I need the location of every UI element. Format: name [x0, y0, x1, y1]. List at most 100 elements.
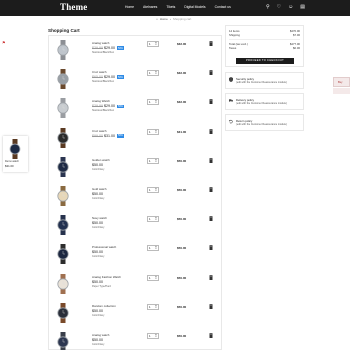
quantity-value[interactable]: 1 — [149, 159, 151, 163]
product-thumbnail[interactable] — [56, 127, 70, 148]
quantity-stepper[interactable]: 1 ▲ ▼ — [147, 99, 159, 106]
stepper-arrows-icon[interactable]: ▲ ▼ — [155, 159, 157, 163]
quantity-stepper[interactable]: 1 ▲ ▼ — [147, 128, 159, 135]
site-logo[interactable]: Theme — [60, 2, 88, 12]
product-name[interactable]: Cruz watch — [92, 70, 106, 74]
breadcrumb-home[interactable]: Home — [160, 17, 168, 21]
bag-icon[interactable]: ▤ — [300, 4, 305, 10]
stepper-arrows-icon[interactable]: ▲ ▼ — [155, 246, 157, 250]
product-variant: Stainless/Black/Sun — [92, 80, 115, 84]
quantity-value[interactable]: 1 — [149, 217, 151, 221]
product-name[interactable]: Golden watch — [92, 158, 110, 162]
side-tab-secondary[interactable] — [333, 88, 350, 94]
stepper-arrows-icon[interactable]: ▲ ▼ — [155, 217, 157, 221]
product-name[interactable]: Gold watch — [92, 187, 106, 191]
side-tab[interactable]: Buy — [333, 77, 350, 87]
product-price: $50.00 — [92, 192, 103, 196]
stepper-arrows-icon[interactable]: ▲ ▼ — [155, 130, 157, 134]
quantity-stepper[interactable]: 1 ▲ ▼ — [147, 216, 159, 223]
return-policy: Return policy (edit with the Customer Re… — [225, 114, 304, 131]
quantity-stepper[interactable]: 1 ▲ ▼ — [147, 333, 159, 339]
stepper-arrows-icon[interactable]: ▲ ▼ — [155, 100, 157, 104]
trash-icon[interactable] — [209, 70, 213, 76]
product-variant: Stainless/Black/Sun — [92, 109, 115, 113]
nav-item-tikets[interactable]: Tikets — [166, 5, 175, 9]
trash-icon[interactable] — [209, 187, 213, 192]
product-name[interactable]: Professional watch — [92, 245, 116, 249]
product-thumbnail[interactable] — [56, 98, 70, 119]
quantity-stepper[interactable]: 1 ▲ ▼ — [147, 70, 159, 77]
watch-image — [57, 127, 69, 148]
nav-item-digital-models[interactable]: Digital Models — [184, 5, 205, 9]
watch-image — [57, 69, 69, 90]
quantity-stepper[interactable]: 1 ▲ ▼ — [147, 245, 159, 252]
product-name[interactable]: Analog Fashion Watch — [92, 275, 121, 279]
cart-item: Analog Watch $39.99$29.00 50% Stainless/B… — [49, 94, 221, 123]
product-name[interactable]: Analog Watch — [92, 99, 110, 103]
product-thumbnail[interactable] — [56, 156, 70, 177]
trash-icon[interactable] — [209, 333, 213, 338]
trash-icon[interactable] — [209, 128, 213, 134]
product-name[interactable]: Random collection — [92, 304, 116, 308]
quantity-stepper[interactable]: 1 ▲ ▼ — [147, 187, 159, 193]
trash-icon[interactable] — [209, 216, 213, 222]
product-thumbnail[interactable] — [56, 273, 70, 294]
trash-icon[interactable] — [209, 41, 213, 46]
quantity-value[interactable]: 1 — [149, 276, 151, 280]
current-price: $50.00 — [92, 338, 103, 342]
product-thumbnail[interactable] — [56, 40, 70, 60]
product-name[interactable]: Navy watch — [92, 216, 107, 220]
quantity-value[interactable]: 1 — [149, 305, 151, 309]
quantity-stepper[interactable]: 1 ▲ ▼ — [147, 274, 159, 281]
watch-image — [57, 40, 69, 60]
product-thumbnail[interactable] — [56, 244, 70, 265]
product-variant: Stainless/Black/Sun — [92, 51, 115, 54]
product-thumbnail[interactable] — [56, 69, 70, 90]
policy-description: (edit with the Customer Reassurance modu… — [236, 102, 287, 105]
product-name[interactable]: Cruz watch — [92, 129, 106, 133]
product-thumbnail[interactable] — [56, 302, 70, 323]
old-price: $65.00 — [92, 75, 103, 80]
heart-icon[interactable]: ♡ — [277, 4, 281, 10]
stepper-arrows-icon[interactable]: ▲ ▼ — [155, 334, 157, 338]
quantity-value[interactable]: 1 — [149, 246, 151, 250]
product-popup[interactable]: Demo watch $31.00 — [3, 136, 28, 172]
quantity-value[interactable]: 1 — [149, 71, 151, 75]
product-variant: Paper Type/Hard — [92, 284, 111, 288]
product-thumbnail[interactable] — [56, 332, 70, 350]
product-thumbnail[interactable] — [56, 186, 70, 206]
taxes-value: $0.00 — [293, 46, 300, 50]
stepper-arrows-icon[interactable]: ▲ ▼ — [155, 305, 157, 309]
product-name[interactable]: Analog watch — [92, 333, 109, 337]
quantity-stepper[interactable]: 1 ▲ ▼ — [147, 157, 159, 164]
flag-icon[interactable]: ⚑ — [2, 40, 7, 45]
checkout-button[interactable]: PROCEED TO CHECKOUT — [236, 58, 294, 64]
cart-item: Navy watch $50.00 Color/Navy 1 ▲ ▼ $50.00 — [49, 211, 221, 240]
stepper-arrows-icon[interactable]: ▲ ▼ — [155, 71, 157, 75]
quantity-value[interactable]: 1 — [149, 130, 151, 134]
current-price: $50.00 — [92, 162, 103, 167]
quantity-value[interactable]: 1 — [149, 42, 151, 46]
user-icon[interactable]: ☺ — [288, 4, 293, 10]
quantity-value[interactable]: 1 — [149, 334, 151, 338]
trash-icon[interactable] — [209, 303, 213, 309]
product-thumbnail[interactable] — [56, 215, 70, 236]
quantity-value[interactable]: 1 — [149, 100, 151, 104]
nav-item-contact[interactable]: Contact us — [215, 5, 231, 9]
stepper-arrows-icon[interactable]: ▲ ▼ — [155, 276, 157, 280]
nav-item-atelnares[interactable]: Atelnares — [143, 5, 157, 9]
quantity-value[interactable]: 1 — [149, 188, 151, 192]
stepper-arrows-icon[interactable]: ▲ ▼ — [155, 188, 157, 192]
nav-item-home[interactable]: Home — [125, 5, 134, 9]
trash-icon[interactable] — [209, 157, 213, 163]
stepper-arrows-icon[interactable]: ▲ ▼ — [155, 42, 157, 46]
trash-icon[interactable] — [209, 274, 213, 280]
search-icon[interactable]: ⚲ — [266, 4, 270, 10]
product-name[interactable]: Analog watch — [92, 41, 109, 45]
watch-image — [57, 273, 69, 294]
trash-icon[interactable] — [209, 245, 213, 251]
line-subtotal: $50.00 — [177, 334, 187, 338]
quantity-stepper[interactable]: 1 ▲ ▼ — [147, 303, 159, 310]
trash-icon[interactable] — [209, 99, 213, 105]
quantity-stepper[interactable]: 1 ▲ ▼ — [147, 41, 159, 47]
